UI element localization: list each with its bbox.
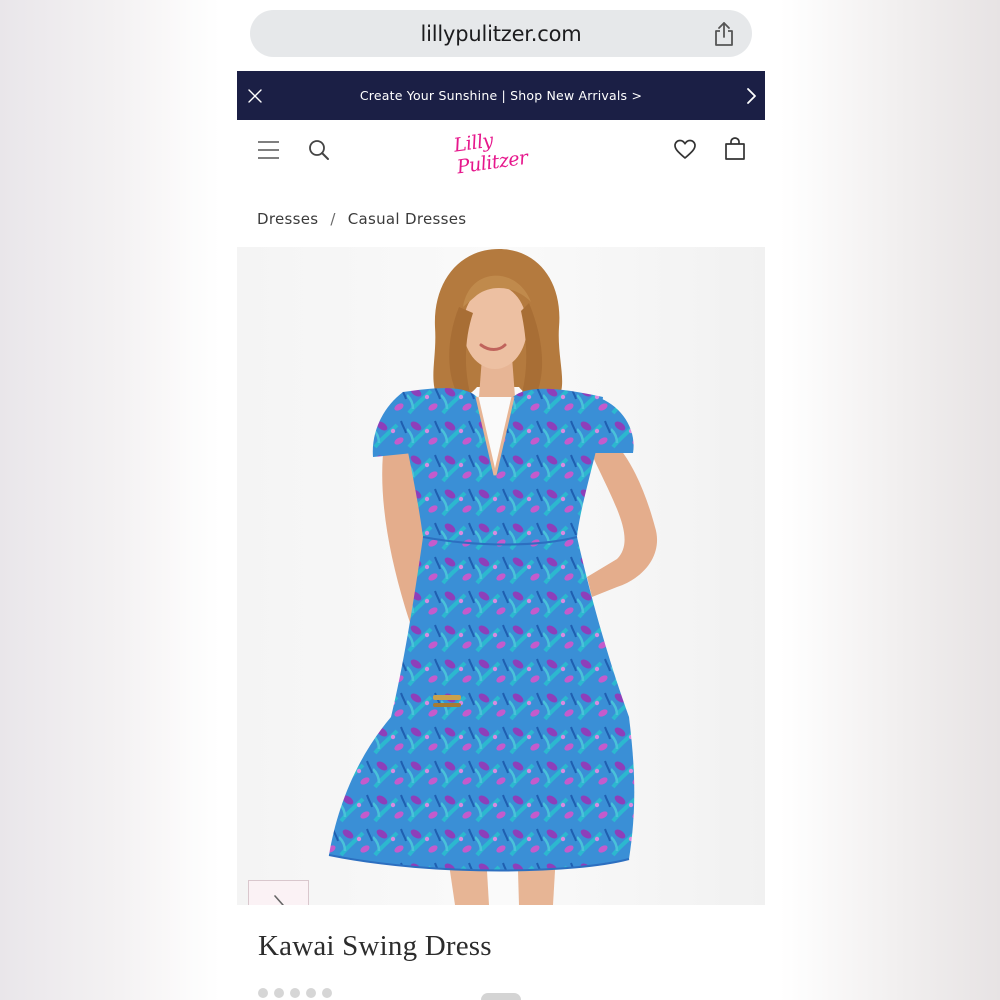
mobile-browser-viewport: lillypulitzer.com Create Your Sunshine |… (237, 0, 765, 1000)
chevron-right-icon (273, 894, 284, 905)
promo-banner: Create Your Sunshine | Shop New Arrivals… (237, 71, 765, 120)
bag-icon[interactable] (724, 137, 746, 161)
site-header: Lilly Pulitzer (237, 120, 765, 182)
close-icon[interactable] (247, 88, 263, 104)
product-title: Kawai Swing Dress (258, 930, 492, 962)
url-text: lillypulitzer.com (420, 21, 582, 46)
rating-stars (258, 988, 332, 998)
breadcrumb-separator: / (330, 210, 336, 228)
share-icon[interactable] (712, 21, 736, 47)
brand-logo[interactable]: Lilly Pulitzer (452, 122, 553, 179)
search-icon[interactable] (308, 139, 330, 161)
star-icon (306, 988, 316, 998)
star-icon (274, 988, 284, 998)
scroll-handle[interactable] (481, 993, 521, 1000)
address-bar[interactable]: lillypulitzer.com (250, 10, 752, 57)
chevron-right-icon[interactable] (745, 87, 757, 105)
breadcrumb: Dresses / Casual Dresses (257, 208, 466, 230)
breadcrumb-dresses[interactable]: Dresses (257, 210, 318, 228)
heart-icon[interactable] (674, 139, 696, 161)
logo-text: Lilly Pulitzer (452, 129, 529, 179)
star-icon (290, 988, 300, 998)
promo-link[interactable]: Create Your Sunshine | Shop New Arrivals… (360, 88, 642, 103)
model-wearing-dress-photo (237, 247, 765, 905)
product-image[interactable] (237, 247, 765, 905)
breadcrumb-casual-dresses[interactable]: Casual Dresses (348, 210, 467, 228)
image-next-button[interactable] (248, 880, 309, 905)
star-icon (322, 988, 332, 998)
menu-icon[interactable] (258, 140, 279, 160)
star-icon (258, 988, 268, 998)
